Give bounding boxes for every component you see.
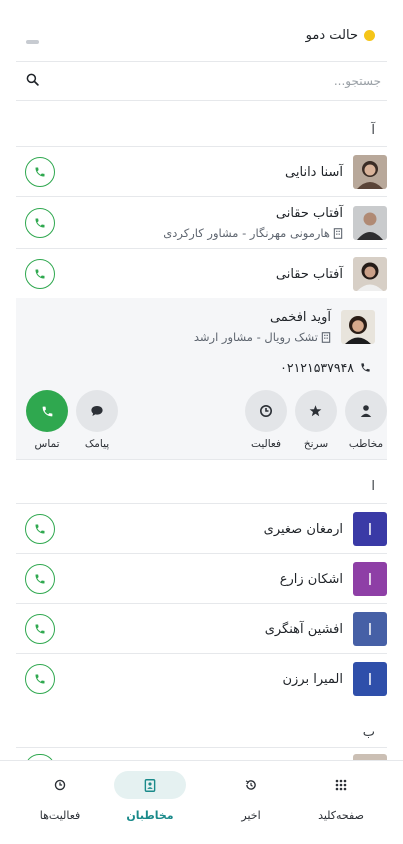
call-button[interactable]: [25, 259, 55, 289]
contact-name: ارمغان صغیری: [263, 521, 343, 537]
phone-number: ۰۲۱۲۱۵۳۷۹۴۸: [280, 360, 354, 375]
sms-button[interactable]: پیامک: [76, 390, 118, 450]
divider: [16, 653, 387, 654]
building-icon: [333, 227, 343, 239]
contact-name: آفتاب حقانی: [275, 206, 343, 221]
contact-row[interactable]: آفتاب حقانی: [16, 254, 387, 294]
contact-name: اشکان زارع: [279, 571, 343, 587]
divider: [16, 747, 387, 748]
initial-avatar: ا: [353, 512, 387, 546]
avatar: [341, 310, 375, 344]
expanded-contact-header: آوید افخمی تشک رویال - مشاور ارشد: [16, 306, 375, 348]
phone-icon: [35, 167, 45, 177]
divider: [16, 100, 387, 101]
phone-icon: [35, 269, 45, 279]
contact-name: آوید افخمی: [269, 310, 331, 325]
initial-avatar: ا: [353, 612, 387, 646]
nav-activities[interactable]: فعالیت‌ها: [22, 771, 98, 822]
star-icon: [295, 390, 337, 432]
lead-label: سرنخ: [303, 438, 329, 450]
avatar: [353, 155, 387, 189]
divider: [16, 553, 387, 554]
phone-icon: [35, 624, 45, 634]
nav-recent[interactable]: اخیر: [213, 771, 289, 822]
divider: [16, 503, 387, 504]
contact-name: المیرا برزن: [282, 671, 343, 687]
nav-activities-label: فعالیت‌ها: [39, 809, 81, 822]
call-button[interactable]: [25, 208, 55, 238]
phone-number-line[interactable]: ۰۲۱۲۱۵۳۷۹۴۸: [280, 360, 371, 375]
nav-contacts[interactable]: مخاطبان: [112, 771, 188, 822]
phone-icon: [35, 218, 45, 228]
contact-details-label: مخاطب: [348, 438, 384, 450]
contact-details-button[interactable]: مخاطب: [345, 390, 387, 450]
contact-row[interactable]: ا المیرا برزن: [16, 659, 387, 699]
activity-clock-icon: [24, 771, 96, 799]
section-header-be: ب: [362, 725, 375, 740]
company-text: تشک رویال - مشاور ارشد: [193, 330, 318, 344]
contact-company: هارمونی مهرنگار - مشاور کارکردی: [163, 226, 343, 240]
demo-mode-label: حالت دمو: [305, 28, 358, 43]
minimize-handle[interactable]: [26, 40, 39, 44]
nav-contacts-label: مخاطبان: [126, 809, 174, 822]
lead-button[interactable]: سرنخ: [295, 390, 337, 450]
call-button[interactable]: [25, 157, 55, 187]
call-button[interactable]: [25, 664, 55, 694]
activity-button[interactable]: فعالیت: [245, 390, 287, 450]
divider: [16, 146, 387, 147]
avatar: [353, 257, 387, 291]
bottom-navigation: صفحه‌کلید اخیر مخاطبان فعالیت‌ها: [0, 760, 403, 844]
person-icon: [345, 390, 387, 432]
phone-icon: [26, 390, 68, 432]
activity-icon: [245, 390, 287, 432]
contacts-book-icon: [114, 771, 186, 799]
contact-name: آفتاب حقانی: [275, 266, 343, 282]
section-header-alef: ا: [371, 479, 375, 494]
initial-avatar: ا: [353, 662, 387, 696]
search-input[interactable]: [81, 74, 381, 88]
contact-company: تشک رویال - مشاور ارشد: [194, 330, 331, 344]
phone-icon: [35, 524, 45, 534]
call-action-button[interactable]: تماس: [26, 390, 68, 450]
call-button[interactable]: [25, 514, 55, 544]
divider: [16, 248, 387, 249]
demo-mode-indicator: حالت دمو: [306, 28, 375, 43]
divider: [16, 459, 387, 460]
company-text: هارمونی مهرنگار - مشاور کارکردی: [163, 226, 330, 240]
phone-icon: [35, 674, 45, 684]
divider: [16, 196, 387, 197]
keypad-icon: [305, 771, 377, 799]
search-bar: [16, 62, 387, 100]
divider: [16, 603, 387, 604]
nav-recent-label: اخیر: [241, 809, 261, 822]
contact-name: آسنا دانایی: [285, 164, 343, 180]
contact-row[interactable]: آسنا دانایی: [16, 152, 387, 192]
avatar: [353, 206, 387, 240]
status-dot-icon: [364, 30, 375, 41]
call-button[interactable]: [25, 614, 55, 644]
contact-row[interactable]: ا افشین آهنگری: [16, 609, 387, 649]
contact-name: افشین آهنگری: [264, 621, 343, 637]
call-button[interactable]: [25, 564, 55, 594]
contact-row[interactable]: آفتاب حقانی هارمونی مهرنگار - مشاور کارک…: [16, 202, 387, 244]
chat-bubble-icon: [76, 390, 118, 432]
expanded-contact-card[interactable]: آوید افخمی تشک رویال - مشاور ارشد ۰۲۱۲۱۵…: [16, 298, 387, 460]
nav-keypad[interactable]: صفحه‌کلید: [303, 771, 379, 822]
contact-row[interactable]: ا اشکان زارع: [16, 559, 387, 599]
sms-label: پیامک: [84, 438, 110, 450]
phone-icon: [361, 363, 370, 372]
activity-label: فعالیت: [251, 438, 281, 450]
initial-avatar: ا: [353, 562, 387, 596]
history-icon: [215, 771, 287, 799]
section-header-alef-madda: آ: [371, 123, 375, 138]
nav-keypad-label: صفحه‌کلید: [318, 809, 364, 822]
contact-row[interactable]: ا ارمغان صغیری: [16, 509, 387, 549]
phone-icon: [35, 574, 45, 584]
building-icon: [321, 331, 331, 343]
call-action-label: تماس: [34, 438, 60, 450]
search-icon[interactable]: [26, 73, 39, 90]
